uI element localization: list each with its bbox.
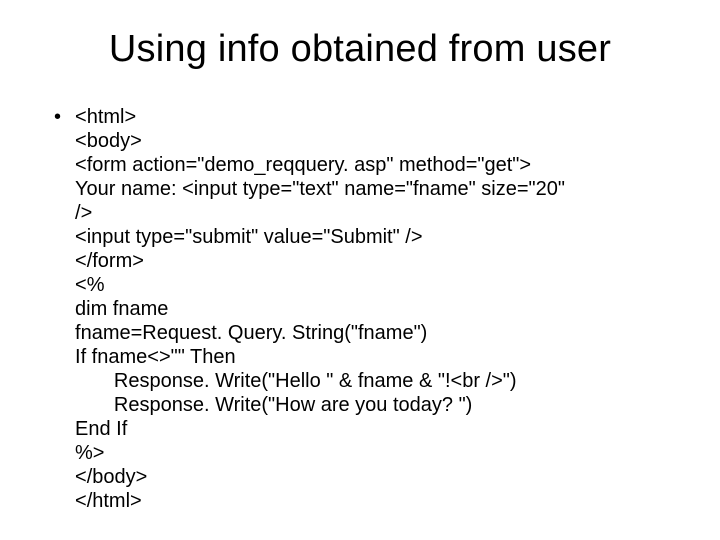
code-line: <% <box>75 274 104 296</box>
code-line: fname=Request. Query. String("fname") <box>75 322 427 344</box>
code-line: <html> <box>75 106 136 128</box>
slide-title: Using info obtained from user <box>50 28 670 71</box>
code-line: </form> <box>75 250 144 272</box>
code-line: <input type="submit" value="Submit" /> <box>75 226 422 248</box>
bullet-block: • <html> <body> <form action="demo_reqqu… <box>50 105 670 513</box>
code-line: End If <box>75 418 127 440</box>
slide: Using info obtained from user • <html> <… <box>0 0 720 540</box>
code-line: </html> <box>75 490 142 512</box>
code-line: %> <box>75 442 104 464</box>
bullet-dot: • <box>50 105 75 129</box>
code-line: Your name: <input type="text" name="fnam… <box>75 178 565 200</box>
code-line: dim fname <box>75 298 168 320</box>
code-line: <form action="demo_reqquery. asp" method… <box>75 154 531 176</box>
code-line: If fname<>"" Then <box>75 346 236 368</box>
code-line: /> <box>75 202 92 224</box>
code-line: </body> <box>75 466 147 488</box>
code-line: <body> <box>75 130 142 152</box>
code-line: Response. Write("Hello " & fname & "!<br… <box>75 370 517 392</box>
code-block: <html> <body> <form action="demo_reqquer… <box>75 105 565 513</box>
code-line: Response. Write("How are you today? ") <box>75 394 472 416</box>
